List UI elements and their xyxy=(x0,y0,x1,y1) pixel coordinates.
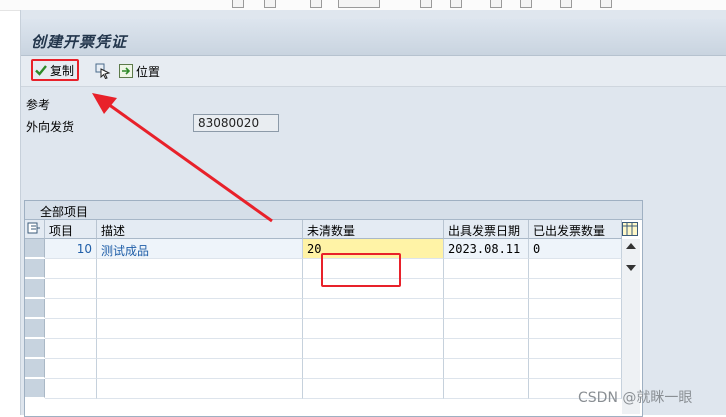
watermark: CSDN @就眯一眼 xyxy=(578,390,693,406)
annotation-arrow xyxy=(92,93,273,223)
